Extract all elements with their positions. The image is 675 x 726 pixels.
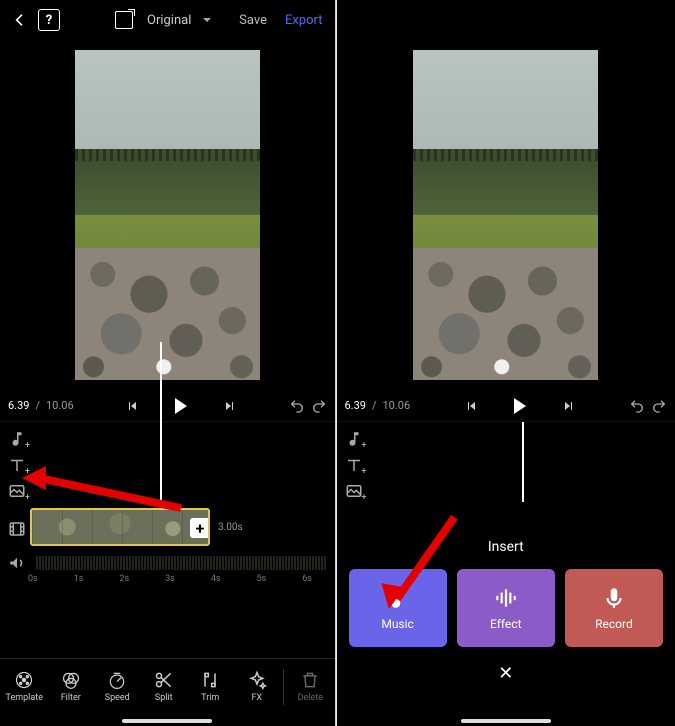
next-frame-icon-r[interactable] <box>563 400 575 412</box>
redo-icon-r[interactable] <box>651 398 667 414</box>
video-preview[interactable] <box>0 40 335 390</box>
insert-music-button[interactable]: Music <box>349 569 447 647</box>
chevron-down-icon[interactable] <box>203 18 211 22</box>
timeline[interactable]: + + + + 3.00s <box>0 422 335 596</box>
sparkle-icon <box>247 670 267 690</box>
add-audio-track-icon[interactable]: + <box>8 430 26 448</box>
delete-label: Delete <box>298 693 323 703</box>
split-label: Split <box>155 693 173 703</box>
speed-label: Speed <box>105 693 130 703</box>
preview-frame-right <box>413 50 598 380</box>
timeline-right[interactable]: + + + <box>337 422 675 508</box>
speed-icon <box>107 670 127 690</box>
add-text-track-icon-r[interactable]: + <box>345 456 363 474</box>
aspect-ratio-icon[interactable] <box>115 11 133 29</box>
trash-icon <box>300 670 320 690</box>
video-preview-right[interactable] <box>337 40 675 390</box>
music-label: Music <box>381 617 413 631</box>
next-frame-icon[interactable] <box>224 400 236 412</box>
trim-button[interactable]: Trim <box>188 670 233 703</box>
mic-icon <box>601 585 627 611</box>
insert-effect-button[interactable]: Effect <box>457 569 555 647</box>
filter-icon <box>61 670 81 690</box>
add-image-track-icon-r[interactable]: + <box>345 482 363 500</box>
help-button[interactable]: ? <box>38 9 60 31</box>
scissors-icon <box>154 670 174 690</box>
soundwave-icon <box>493 585 519 611</box>
template-button[interactable]: Template <box>2 670 47 703</box>
prev-frame-icon[interactable] <box>126 400 138 412</box>
add-image-track-icon[interactable]: + <box>8 482 26 500</box>
play-button-r[interactable] <box>513 399 527 413</box>
back-icon[interactable] <box>12 12 28 28</box>
home-indicator-r <box>461 719 551 723</box>
time-current-right: 6.39 <box>345 399 366 412</box>
play-button[interactable] <box>174 399 188 413</box>
editor-screen-right: 6.39 / 10.06 + + <box>337 0 675 726</box>
toolbar-separator <box>283 669 284 705</box>
insert-sheet: Insert Music Effect Record ✕ <box>337 531 675 712</box>
time-total: 10.06 <box>46 399 74 412</box>
time-total-right: 10.06 <box>383 399 411 412</box>
export-button[interactable]: Export <box>285 13 323 28</box>
insert-record-button[interactable]: Record <box>565 569 663 647</box>
template-label: Template <box>6 693 43 703</box>
bottom-toolbar: Template Filter Speed Split Trim FX <box>0 658 335 714</box>
split-button[interactable]: Split <box>142 670 187 703</box>
filter-button[interactable]: Filter <box>49 670 94 703</box>
save-button[interactable]: Save <box>239 13 267 28</box>
home-indicator <box>122 719 212 723</box>
effect-label: Effect <box>490 617 522 631</box>
trim-icon <box>200 670 220 690</box>
film-icon <box>8 520 26 538</box>
time-current: 6.39 <box>8 399 29 412</box>
add-clip-button[interactable]: + <box>190 518 210 538</box>
undo-icon[interactable] <box>289 398 305 414</box>
playhead-right[interactable] <box>522 422 524 502</box>
prev-frame-icon-r[interactable] <box>465 400 477 412</box>
volume-icon[interactable] <box>8 554 26 572</box>
preview-frame <box>75 50 260 380</box>
record-label: Record <box>595 617 633 631</box>
add-text-track-icon[interactable]: + <box>8 456 26 474</box>
trim-label: Trim <box>201 693 219 703</box>
redo-icon[interactable] <box>311 398 327 414</box>
fx-label: FX <box>251 693 262 703</box>
audio-waveform[interactable] <box>36 556 327 570</box>
delete-button[interactable]: Delete <box>288 670 333 703</box>
music-icon <box>385 585 411 611</box>
aspect-ratio-label[interactable]: Original <box>147 13 191 28</box>
editor-screen-left: ? Original Save Export 6.39 / 10.06 <box>0 0 335 726</box>
playhead[interactable] <box>160 342 162 507</box>
selected-clip[interactable]: + <box>30 508 210 546</box>
top-bar: ? Original Save Export <box>0 0 335 40</box>
close-sheet-button[interactable]: ✕ <box>349 663 664 684</box>
fx-button[interactable]: FX <box>235 670 280 703</box>
speed-button[interactable]: Speed <box>95 670 140 703</box>
undo-icon-r[interactable] <box>629 398 645 414</box>
time-separator: / <box>35 399 40 412</box>
video-clip-track[interactable]: + 3.00s <box>8 508 327 550</box>
filter-label: Filter <box>61 693 81 703</box>
add-audio-track-icon-r[interactable]: + <box>345 430 363 448</box>
time-ruler: 0s 1s 2s 3s 4s 5s 6s 7s 8s <box>0 574 335 592</box>
template-icon <box>14 670 34 690</box>
playback-bar-right: 6.39 / 10.06 <box>337 390 675 422</box>
insert-title: Insert <box>349 539 664 555</box>
playback-bar: 6.39 / 10.06 <box>0 390 335 422</box>
clip-duration-label: 3.00s <box>218 522 243 533</box>
